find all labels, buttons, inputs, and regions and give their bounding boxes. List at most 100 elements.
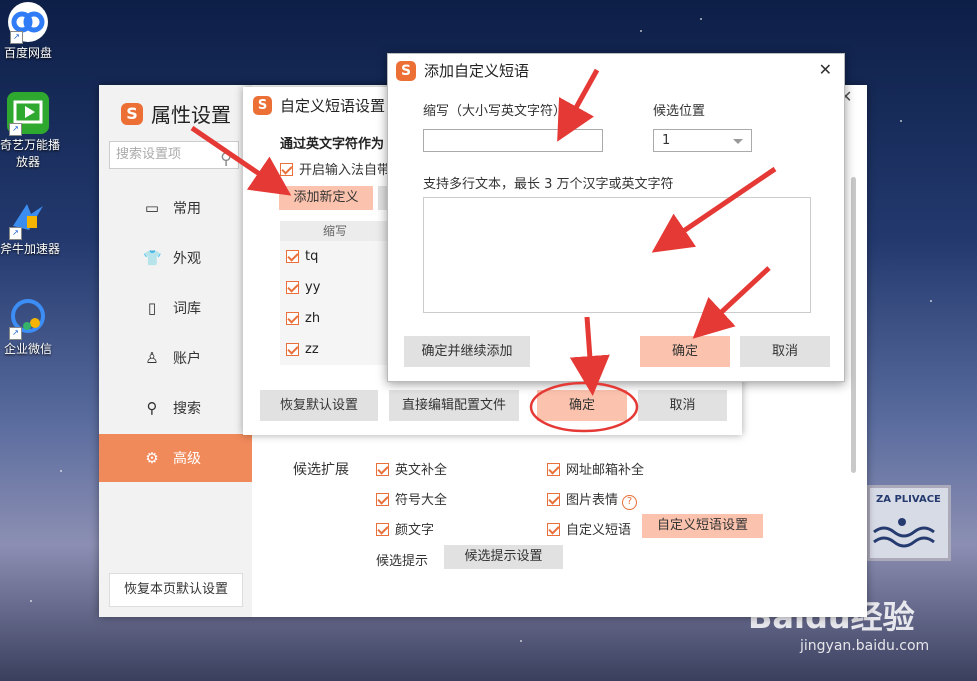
wecom-icon: ↗ <box>7 296 49 340</box>
option-label: 图片表情 <box>566 493 619 508</box>
sogou-logo-icon: S <box>396 60 416 81</box>
row-abbr: yy <box>305 280 321 295</box>
sidebar-item-dictionary[interactable]: ▯ 词库 <box>99 284 252 332</box>
phrase-window-title-text: 自定义短语设置 <box>280 97 386 115</box>
edit-config-file-button[interactable]: 直接编辑配置文件 <box>389 390 519 421</box>
option-image-emoji[interactable]: 图片表情? <box>547 489 638 510</box>
monitor-icon: ▭ <box>144 199 160 217</box>
watermark-url: jingyan.baidu.com <box>800 638 930 654</box>
user-icon: ♙ <box>145 349 159 367</box>
checkbox-checked-icon[interactable] <box>376 493 389 506</box>
table-row[interactable]: yy <box>280 272 390 303</box>
add-new-definition-button[interactable]: 添加新定义 <box>279 186 373 210</box>
sogou-logo-icon: S <box>121 102 143 125</box>
search-icon[interactable]: ⚲ <box>220 146 232 172</box>
restore-page-default-button[interactable]: 恢复本页默认设置 <box>109 573 243 607</box>
add-ok-button[interactable]: 确定 <box>640 336 730 367</box>
desktop-icon-wecom[interactable]: ↗ 企业微信 <box>0 296 56 357</box>
option-url-email-complete[interactable]: 网址邮箱补全 <box>547 459 644 478</box>
sidebar: S 属性设置 搜索设置项 ⚲ ▭ 常用 👕 外观 ▯ 词库 ♙ 账户 ⚲ 搜索 … <box>99 85 252 617</box>
star <box>60 470 62 472</box>
shortcut-arrow-icon: ↗ <box>9 227 22 240</box>
sidebar-item-advanced[interactable]: ⚙ 高级 <box>99 434 252 482</box>
row-abbr: tq <box>305 249 319 264</box>
ok-and-continue-button[interactable]: 确定并继续添加 <box>404 336 530 367</box>
close-icon[interactable]: ✕ <box>819 60 832 79</box>
table-row[interactable]: zz <box>280 334 390 365</box>
checkbox-checked-icon[interactable] <box>286 343 299 356</box>
candidate-hint-settings-button[interactable]: 候选提示设置 <box>444 545 563 569</box>
enable-builtin-checkbox[interactable]: 开启输入法自带 <box>280 159 390 178</box>
custom-phrase-settings-button[interactable]: 自定义短语设置 <box>642 514 763 538</box>
phrase-text-area[interactable] <box>423 197 811 313</box>
checkbox-checked-icon[interactable] <box>547 493 560 506</box>
option-english-complete[interactable]: 英文补全 <box>376 459 447 478</box>
wall-sign: ZA PLIVACE <box>867 485 951 561</box>
checkbox-checked-icon[interactable] <box>280 163 293 176</box>
star <box>700 18 702 20</box>
desktop-icon-label-line2: 放器 <box>15 155 40 169</box>
option-label: 网址邮箱补全 <box>566 463 645 478</box>
checkbox-checked-icon[interactable] <box>286 250 299 263</box>
sidebar-item-appearance[interactable]: 👕 外观 <box>99 234 252 282</box>
baidu-netdisk-icon: ↗ <box>8 2 48 44</box>
settings-search-input[interactable]: 搜索设置项 ⚲ <box>109 141 239 169</box>
option-kaomoji[interactable]: 颜文字 <box>376 519 434 538</box>
position-value: 1 <box>662 133 671 148</box>
option-custom-phrase[interactable]: 自定义短语 <box>547 519 631 538</box>
search-placeholder: 搜索设置项 <box>116 147 182 162</box>
desktop-icon-label: 奇艺万能播 <box>0 138 61 152</box>
sign-text: ZA PLIVACE <box>876 494 941 505</box>
checkbox-checked-icon[interactable] <box>376 463 389 476</box>
help-icon[interactable]: ? <box>622 495 638 510</box>
sidebar-item-label: 常用 <box>173 201 201 217</box>
shirt-icon: 👕 <box>143 249 162 267</box>
option-label: 英文补全 <box>395 463 448 478</box>
checkbox-checked-icon[interactable] <box>286 281 299 294</box>
desktop-icon-accelerator[interactable]: ↗ 斧牛加速器 <box>0 196 60 257</box>
table-row[interactable]: zh <box>280 303 390 334</box>
sidebar-item-search[interactable]: ⚲ 搜索 <box>99 384 252 432</box>
checkbox-checked-icon[interactable] <box>547 523 560 536</box>
position-select[interactable]: 1 <box>653 129 752 152</box>
abbr-input[interactable] <box>423 129 603 152</box>
sidebar-item-label: 高级 <box>173 451 201 467</box>
option-label: 自定义短语 <box>566 523 632 538</box>
sidebar-item-common[interactable]: ▭ 常用 <box>99 184 252 232</box>
sogou-logo-icon: S <box>253 96 272 115</box>
phrase-cancel-button[interactable]: 取消 <box>638 390 727 421</box>
shortcut-arrow-icon: ↗ <box>9 327 22 340</box>
add-dialog-title-text: 添加自定义短语 <box>424 62 530 80</box>
desktop-icon-baidu-netdisk[interactable]: ↗ 百度网盘 <box>0 2 56 61</box>
star <box>930 300 932 302</box>
sidebar-item-account[interactable]: ♙ 账户 <box>99 334 252 382</box>
option-label: 符号大全 <box>395 493 448 508</box>
desktop-icon-iqiyi[interactable]: ↗ 奇艺万能播 放器 <box>0 92 61 170</box>
restore-default-button[interactable]: 恢复默认设置 <box>260 390 378 421</box>
star <box>640 30 642 32</box>
option-symbols[interactable]: 符号大全 <box>376 489 447 508</box>
sidebar-item-label: 账户 <box>173 351 201 367</box>
star <box>30 600 32 602</box>
desktop-icon-label: 百度网盘 <box>3 46 52 60</box>
checkbox-checked-icon[interactable] <box>547 463 560 476</box>
checkbox-checked-icon[interactable] <box>376 523 389 536</box>
phrase-window-title: S 自定义短语设置 <box>253 95 385 116</box>
add-cancel-button[interactable]: 取消 <box>740 336 830 367</box>
search-icon: ⚲ <box>146 399 158 417</box>
shortcut-arrow-icon: ↗ <box>10 31 23 44</box>
option-label: 颜文字 <box>395 523 435 538</box>
gear-icon: ⚙ <box>145 449 159 467</box>
shortcut-arrow-icon: ↗ <box>9 123 22 136</box>
checkbox-checked-icon[interactable] <box>286 312 299 325</box>
chevron-down-icon <box>733 139 743 144</box>
sidebar-item-label: 外观 <box>173 251 201 267</box>
phrase-ok-button[interactable]: 确定 <box>537 390 627 421</box>
table-header: 缩写 <box>280 221 390 241</box>
scrollbar[interactable] <box>851 177 856 473</box>
table-row[interactable]: tq <box>280 241 390 272</box>
candidate-expand-label: 候选扩展 <box>293 462 349 478</box>
text-label: 支持多行文本，最长 3 万个汉字或英文字符 <box>423 177 674 192</box>
settings-title-text: 属性设置 <box>151 103 231 127</box>
add-dialog-title: S 添加自定义短语 <box>396 60 529 81</box>
